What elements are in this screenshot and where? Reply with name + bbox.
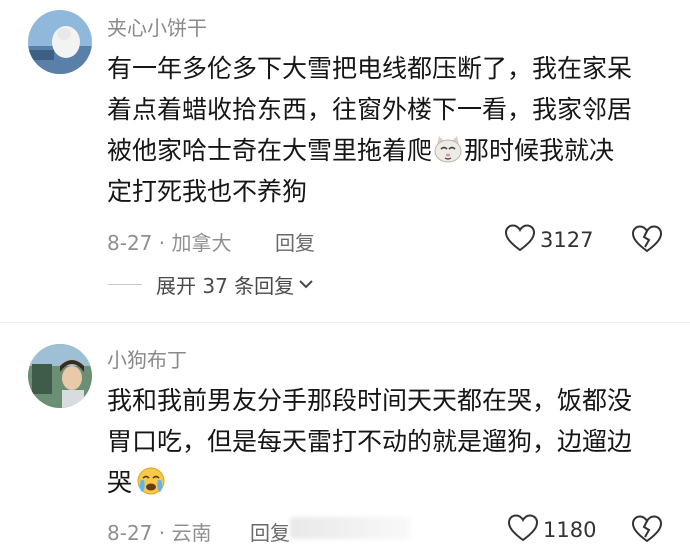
cat-face-emoji (433, 134, 463, 164)
comment-line: 有一年多伦多下大雪把电线都压断了，我在家呆 (107, 54, 633, 83)
comment-text: 我和我前男友分手那段时间天天都在哭，饭都没 胃口吃，但是每天雷打不动的就是遛狗，… (107, 380, 667, 503)
dislike-button[interactable] (631, 225, 663, 257)
avatar[interactable] (28, 10, 92, 74)
like-button[interactable]: 1180 (507, 514, 597, 546)
comment-author[interactable]: 小狗布丁 (107, 344, 187, 373)
comment-line-part: 那时候我就决 (464, 136, 615, 165)
comment-line: 被他家哈士奇在大雪里拖着爬 那时候我就决 (107, 130, 667, 171)
watermark-blur (290, 517, 410, 539)
avatar[interactable] (28, 344, 92, 408)
divider (108, 283, 142, 286)
comment-line-part: 哭 (107, 468, 133, 497)
comment-line: 我和我前男友分手那段时间天天都在哭，饭都没 (107, 386, 633, 415)
comment-line: 胃口吃，但是每天雷打不动的就是遛狗，边遛边 (107, 427, 633, 456)
crying-face-emoji (136, 466, 166, 496)
like-count: 3127 (540, 228, 594, 252)
comment-line: 哭 (107, 462, 667, 503)
comment-item: 夹心小饼干 有一年多伦多下大雪把电线都压断了，我在家呆 着点着蜡收拾东西，往窗外… (0, 0, 690, 322)
like-count: 1180 (543, 518, 597, 542)
comment-line: 定打死我也不养狗 (107, 177, 308, 206)
comment-date-location: 8-27 · 云南 (107, 521, 212, 545)
comment-line-part: 被他家哈士奇在大雪里拖着爬 (107, 136, 433, 165)
expand-replies-label: 展开 37 条回复 (156, 274, 295, 298)
broken-heart-icon (631, 515, 663, 547)
dislike-button[interactable] (631, 515, 663, 547)
expand-replies[interactable]: 展开 37 条回复 (108, 270, 314, 299)
comment-line: 着点着蜡收拾东西，往窗外楼下一看，我家邻居 (107, 95, 633, 124)
chevron-down-icon (298, 275, 314, 294)
heart-icon (507, 514, 539, 546)
like-button[interactable]: 3127 (504, 224, 594, 256)
broken-heart-icon (631, 225, 663, 257)
comment-author[interactable]: 夹心小饼干 (107, 12, 207, 41)
reply-button[interactable]: 回复 (250, 517, 290, 546)
comment-text: 有一年多伦多下大雪把电线都压断了，我在家呆 着点着蜡收拾东西，往窗外楼下一看，我… (107, 48, 667, 212)
heart-icon (504, 224, 536, 256)
reply-button[interactable]: 回复 (275, 227, 315, 256)
comment-date-location: 8-27 · 加拿大 (107, 231, 232, 255)
